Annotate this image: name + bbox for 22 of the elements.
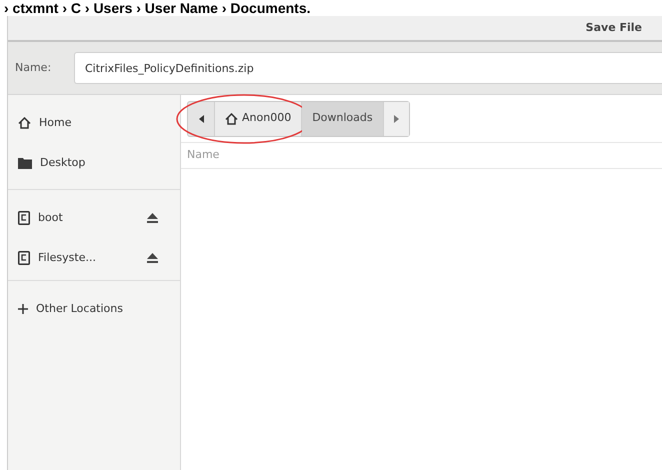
name-label: Name: bbox=[14, 60, 52, 76]
forward-arrow-button[interactable] bbox=[382, 102, 409, 136]
plus-icon bbox=[18, 304, 28, 314]
breadcrumb-caption: › ctxmnt › C › Users › User Name › Documents. bbox=[3, 0, 312, 16]
eject-icon[interactable] bbox=[147, 253, 158, 263]
sidebar-item[interactable]: Filesyste... bbox=[8, 238, 180, 278]
home-icon bbox=[225, 112, 238, 124]
drive-icon bbox=[18, 251, 30, 265]
sidebar-item[interactable]: Home bbox=[8, 103, 180, 143]
path-segment-button[interactable]: Downloads bbox=[302, 102, 383, 136]
left-triangle-icon bbox=[198, 114, 204, 122]
eject-icon[interactable] bbox=[147, 213, 158, 223]
path-segment-button[interactable]: Anon000 bbox=[215, 102, 302, 136]
home-icon bbox=[18, 117, 31, 129]
drive-icon bbox=[18, 211, 30, 225]
folder-icon bbox=[18, 157, 32, 169]
sidebar-item[interactable]: Desktop bbox=[8, 143, 180, 183]
window-title: Save File bbox=[586, 20, 642, 36]
sidebar-item[interactable]: boot bbox=[8, 198, 180, 238]
right-triangle-icon bbox=[394, 114, 399, 122]
sidebar-item[interactable]: Other Locations bbox=[8, 289, 180, 329]
name-field[interactable]: CitrixFiles_PolicyDefinitions.zip bbox=[74, 52, 662, 84]
